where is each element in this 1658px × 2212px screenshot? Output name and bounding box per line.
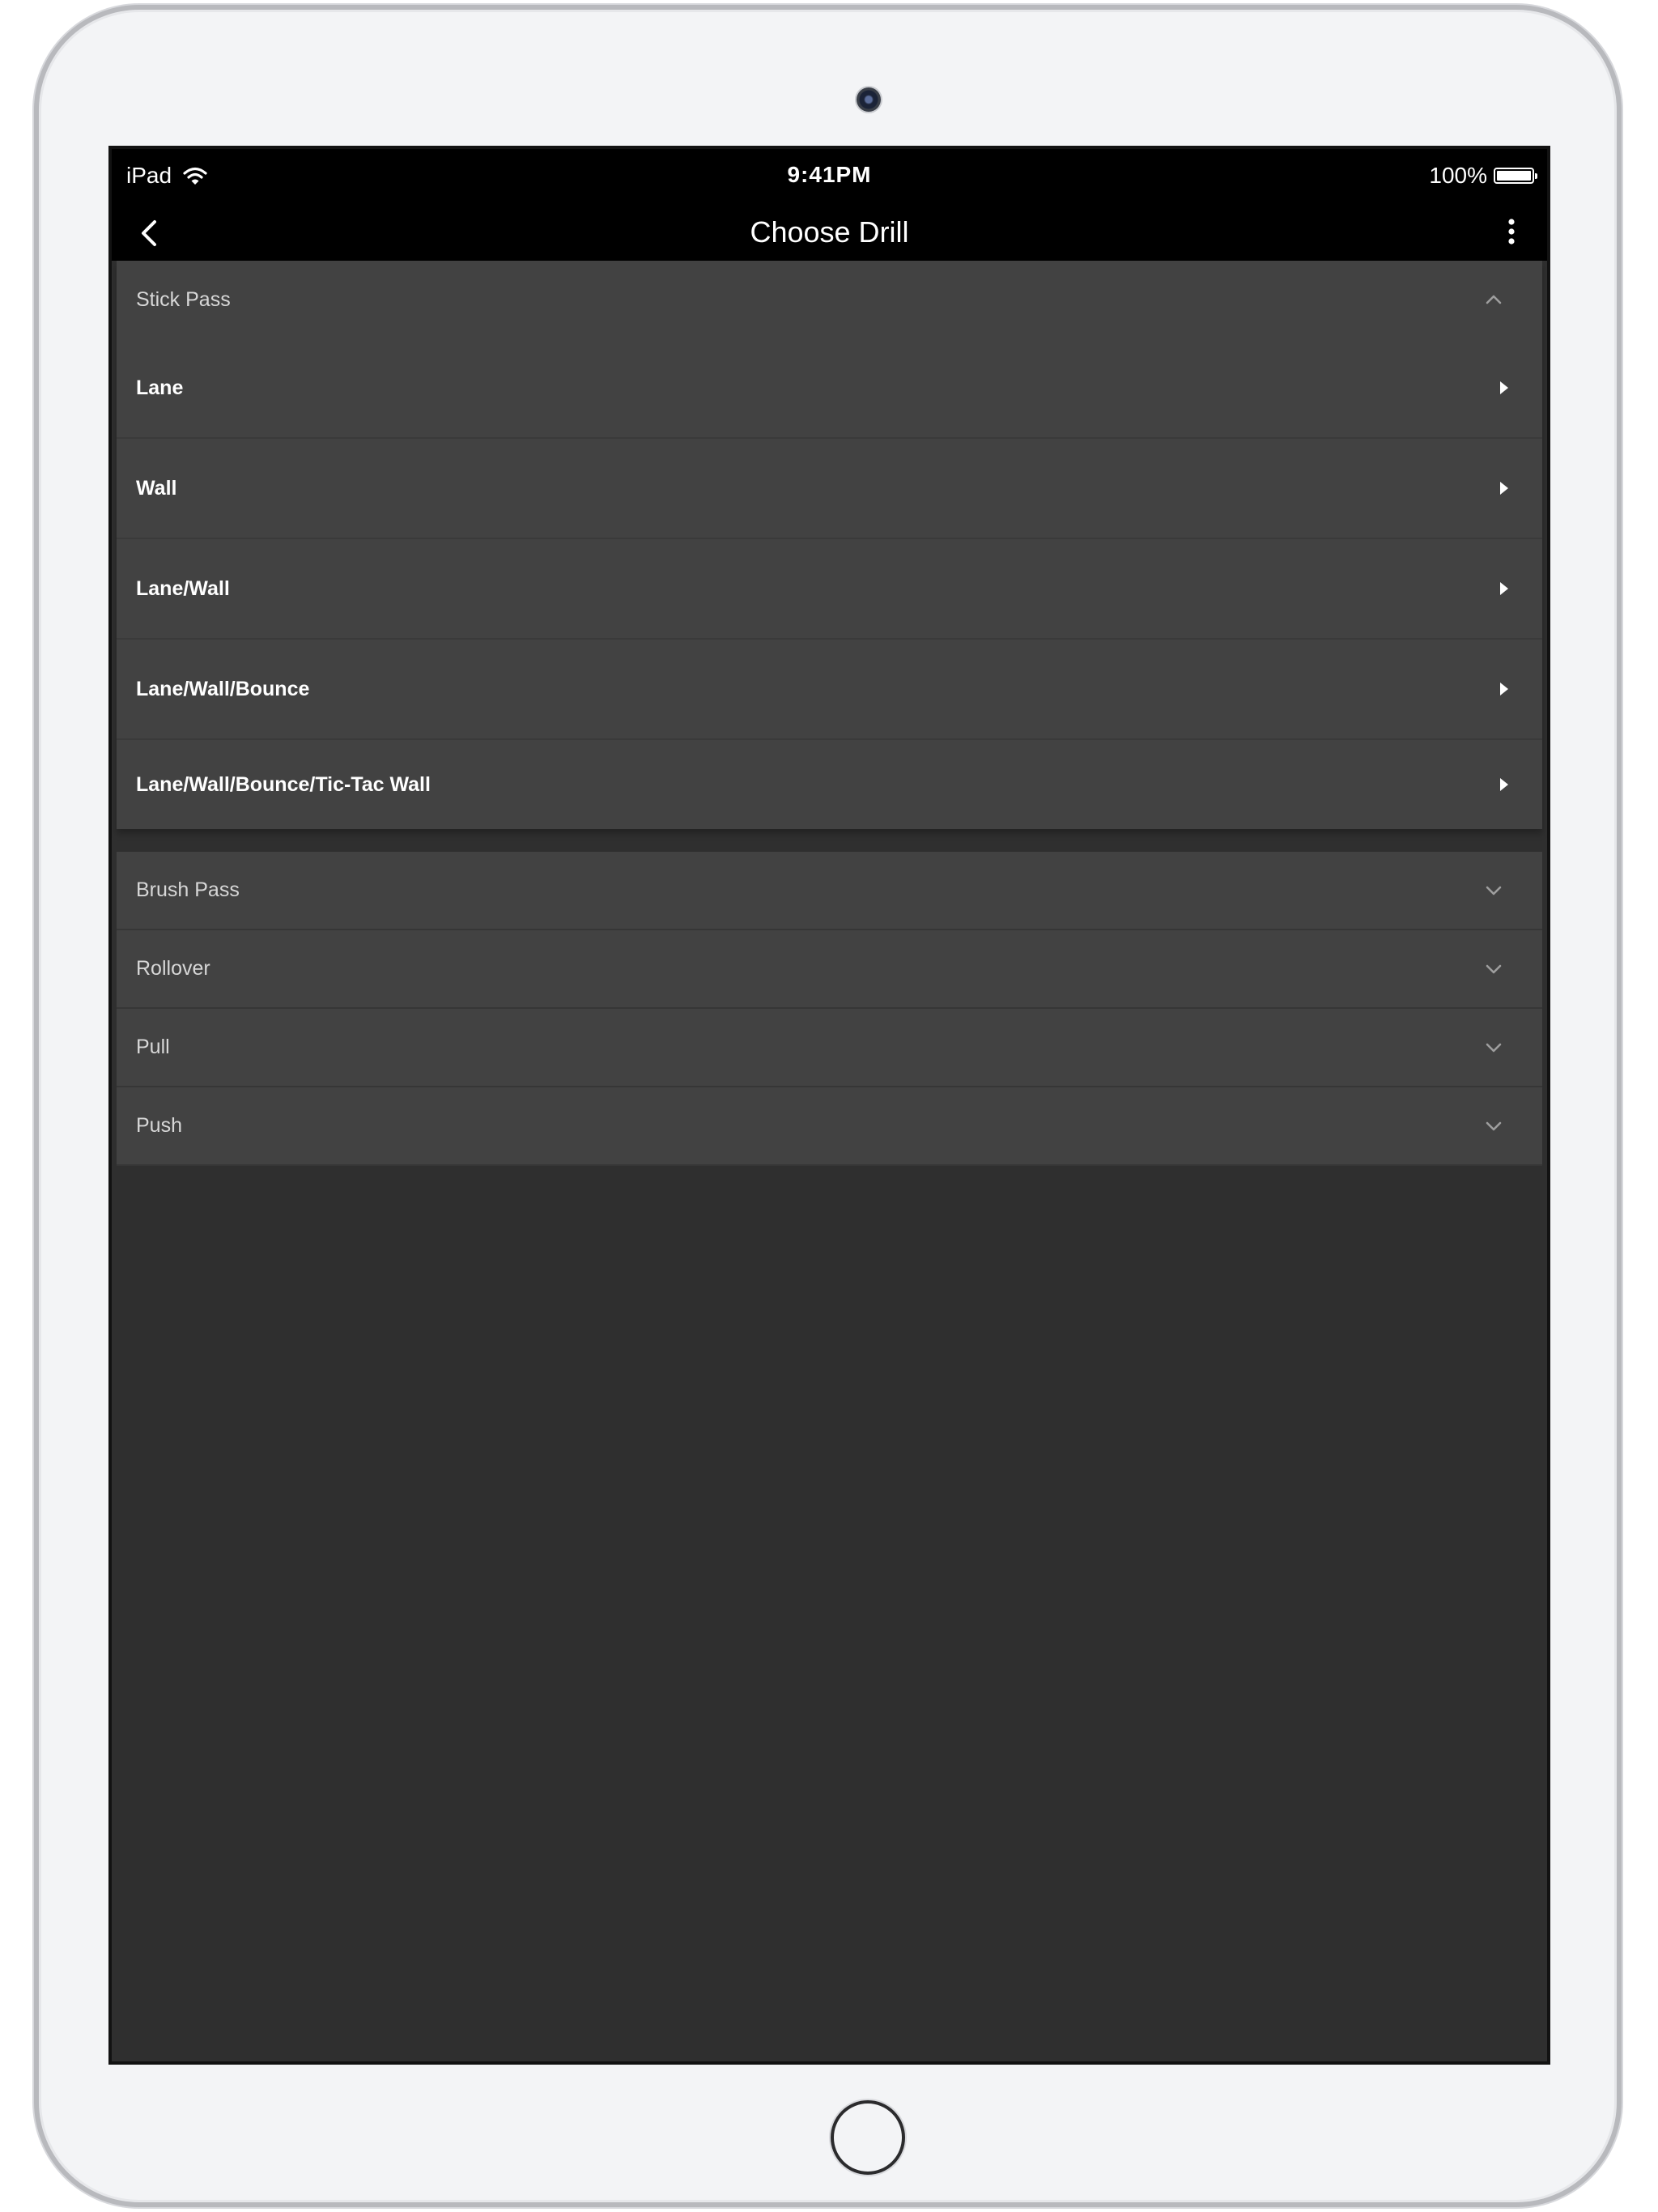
drill-label: Wall — [136, 476, 177, 500]
nav-bar: Choose Drill — [112, 202, 1547, 261]
home-button[interactable] — [831, 2100, 905, 2175]
drill-label: Lane/Wall/Bounce — [136, 677, 310, 700]
caret-right-icon — [1500, 381, 1508, 394]
app-screen: iPad 9:41PM 100% Choose Drill Stick Pass… — [112, 149, 1547, 2061]
drill-label: Lane — [136, 376, 184, 399]
front-camera — [857, 87, 881, 112]
caret-right-icon — [1500, 778, 1508, 791]
section-header-stick-pass[interactable]: Stick Pass — [117, 261, 1542, 338]
drill-item-lane[interactable]: Lane — [117, 338, 1542, 439]
more-vertical-icon — [1508, 219, 1515, 245]
chevron-up-icon — [1486, 295, 1502, 304]
section-label: Stick Pass — [136, 287, 231, 311]
drill-list: Stick Pass Lane Wall Lane/Wall Lane/Wall… — [117, 261, 1542, 1166]
battery-percent: 100% — [1429, 163, 1487, 188]
chevron-down-icon — [1486, 964, 1502, 973]
caret-right-icon — [1500, 582, 1508, 595]
section-header-rollover[interactable]: Rollover — [117, 930, 1542, 1009]
section-label: Brush Pass — [136, 878, 240, 901]
battery-icon — [1494, 168, 1537, 184]
drill-item-lane-wall-bounce[interactable]: Lane/Wall/Bounce — [117, 640, 1542, 740]
drill-label: Lane/Wall — [136, 576, 230, 600]
status-time: 9:41PM — [787, 162, 872, 187]
section-stick-pass: Stick Pass Lane Wall Lane/Wall Lane/Wall… — [117, 261, 1542, 829]
section-pull: Pull — [117, 1009, 1542, 1087]
status-right: 100% — [1429, 162, 1537, 189]
drill-label: Lane/Wall/Bounce/Tic-Tac Wall — [136, 772, 431, 796]
section-label: Push — [136, 1114, 182, 1137]
status-bar: iPad 9:41PM 100% — [112, 149, 1547, 202]
drill-item-wall[interactable]: Wall — [117, 439, 1542, 539]
caret-right-icon — [1500, 683, 1508, 696]
section-push: Push — [117, 1087, 1542, 1166]
chevron-down-icon — [1486, 1121, 1502, 1130]
drill-item-lane-wall[interactable]: Lane/Wall — [117, 539, 1542, 640]
chevron-down-icon — [1486, 1043, 1502, 1052]
section-label: Pull — [136, 1036, 170, 1058]
chevron-down-icon — [1486, 886, 1502, 895]
caret-right-icon — [1500, 482, 1508, 495]
more-options-button[interactable] — [1492, 212, 1531, 251]
drill-item-lane-wall-bounce-tic-tac-wall[interactable]: Lane/Wall/Bounce/Tic-Tac Wall — [117, 740, 1542, 829]
battery-level — [1497, 171, 1531, 181]
page-title: Choose Drill — [750, 215, 909, 249]
section-header-push[interactable]: Push — [117, 1087, 1542, 1166]
section-label: Rollover — [136, 957, 210, 980]
section-header-brush-pass[interactable]: Brush Pass — [117, 852, 1542, 930]
section-brush-pass: Brush Pass — [117, 852, 1542, 930]
section-header-pull[interactable]: Pull — [117, 1009, 1542, 1087]
section-rollover: Rollover — [117, 930, 1542, 1009]
